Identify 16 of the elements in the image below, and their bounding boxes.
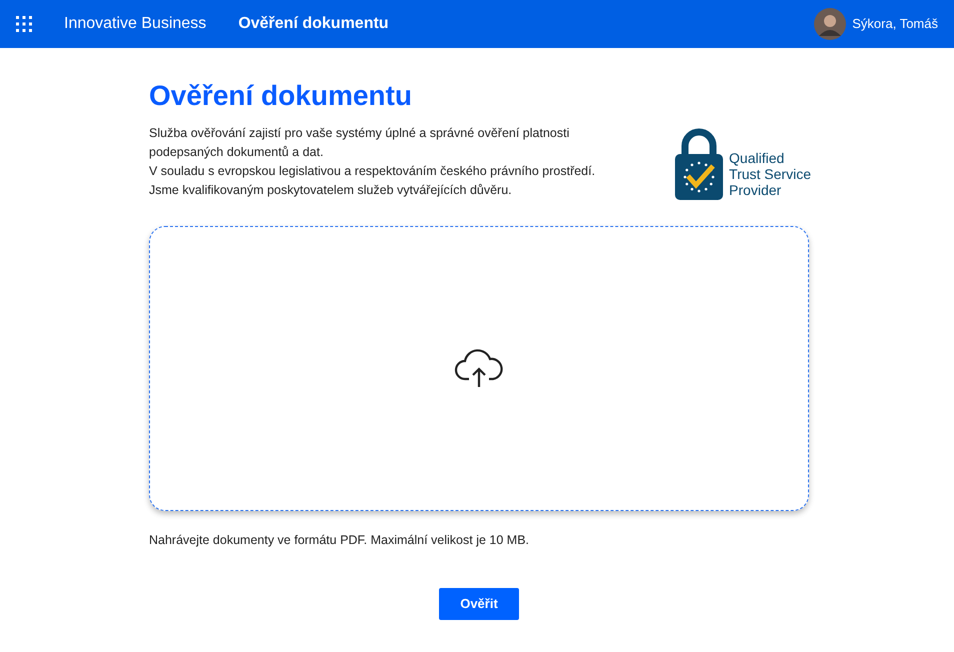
description-text: Jsme kvalifikovaným poskytovatelem služeb vytvářejících důvěru.	[149, 182, 513, 199]
heading: Ověření dokumentu	[149, 79, 413, 113]
cloud-upload-icon	[454, 348, 504, 388]
brand-name[interactable]: Innovative Business	[64, 12, 206, 36]
description-text: Služba ověřování zajistí pro vaše systémy úplné a správné ověření platnosti podepsaných dokumentů a dat.	[149, 125, 570, 161]
padlock-check-icon	[675, 128, 724, 200]
page-title: Ověření dokumentu	[238, 14, 389, 34]
description-text: V souladu s evropskou legislativou a respektováním českého právního prostředí.	[149, 163, 596, 180]
verify-button[interactable]: Ověřit	[439, 588, 519, 620]
badge-text: Trust Service	[729, 166, 811, 182]
badge-text: Qualified	[729, 150, 786, 166]
apps-grid-icon[interactable]	[16, 16, 32, 32]
avatar-icon[interactable]	[814, 8, 846, 40]
upload-hint: Nahrávejte dokumenty ve formátu PDF. Maximální velikost je 10 MB.	[149, 532, 530, 549]
user-name[interactable]: Sýkora, Tomáš	[852, 14, 938, 34]
badge-text: Provider	[729, 182, 782, 198]
